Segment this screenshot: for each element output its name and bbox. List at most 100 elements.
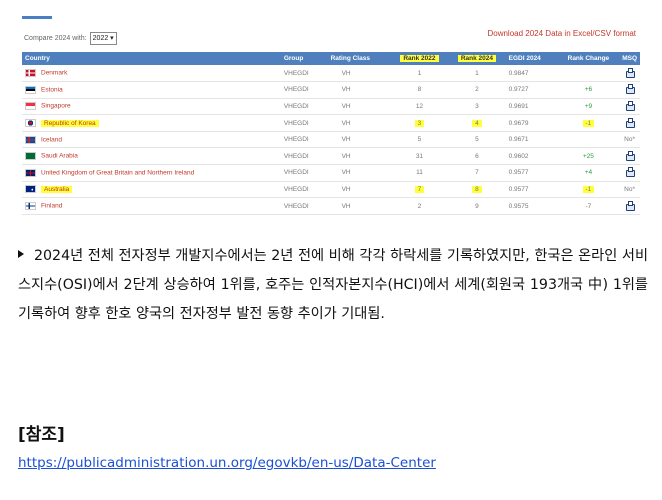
- country-cell[interactable]: Denmark: [22, 65, 281, 82]
- country-name[interactable]: Singapore: [41, 103, 71, 110]
- egdi-cell: 0.9671: [508, 136, 529, 144]
- header-rank-2024[interactable]: Rank 2024: [448, 52, 505, 65]
- msq-cell: [619, 198, 640, 215]
- country-name[interactable]: Finland: [41, 203, 62, 210]
- egdi-cell: 0.9602: [508, 152, 529, 160]
- rating-cell: VH: [341, 152, 351, 160]
- rank-2024-cell: 4: [448, 115, 505, 132]
- reference-link[interactable]: https://publicadministration.un.org/egov…: [18, 455, 436, 471]
- msq-cell: No*: [619, 181, 640, 198]
- print-icon[interactable]: [625, 117, 636, 128]
- rank-2022-cell: 7: [391, 181, 448, 198]
- group-cell: VHEGDI: [283, 152, 309, 160]
- rating-cell: VH: [341, 69, 351, 77]
- msq-cell: [619, 165, 640, 182]
- group-cell: VHEGDI: [283, 202, 309, 210]
- print-icon[interactable]: [625, 150, 636, 161]
- group-cell: VHEGDI: [283, 136, 309, 144]
- country-cell[interactable]: United Kingdom of Great Britain and Nort…: [22, 165, 281, 182]
- rank-2022-cell: 2: [417, 202, 422, 210]
- rating-cell: VH: [341, 119, 351, 127]
- singapore-flag-icon: [25, 102, 36, 111]
- country-name[interactable]: Denmark: [41, 70, 67, 77]
- msq-cell: [619, 115, 640, 132]
- egdi-cell: 0.9577: [508, 169, 529, 177]
- print-icon[interactable]: [625, 84, 636, 95]
- compare-year-select[interactable]: 2022 ▾: [89, 32, 117, 45]
- korea-flag-icon: [25, 119, 36, 128]
- rank-2022-cell: 5: [417, 136, 422, 144]
- rank-change-cell: -1: [558, 181, 620, 198]
- rank-2022-cell: 11: [416, 169, 423, 177]
- msq-cell: [619, 148, 640, 165]
- compare-label: Compare 2024 with:: [24, 35, 87, 42]
- country-cell[interactable]: Iceland: [22, 131, 281, 148]
- rank-change-cell: [558, 131, 620, 148]
- rank-2022-cell: 1: [417, 69, 422, 77]
- header-msq[interactable]: MSQ: [619, 52, 640, 65]
- rank-2022-cell: 31: [415, 152, 424, 160]
- msq-cell: [619, 82, 640, 99]
- rank-change-cell: +4: [584, 169, 593, 177]
- egdi-cell: 0.9577: [508, 185, 529, 193]
- header-rating-class[interactable]: Rating Class: [328, 52, 391, 65]
- msq-value: No*: [624, 185, 636, 193]
- group-cell: VHEGDI: [283, 102, 309, 110]
- triangle-bullet-icon: [18, 250, 24, 258]
- estonia-flag-icon: [25, 85, 36, 94]
- header-group[interactable]: Group: [281, 52, 328, 65]
- country-name[interactable]: Iceland: [41, 136, 62, 143]
- print-icon[interactable]: [625, 200, 636, 211]
- group-cell: VHEGDI: [283, 185, 309, 193]
- download-data-link[interactable]: Download 2024 Data in Excel/CSV format: [487, 29, 636, 38]
- table-header-row: Country Group Rating Class Rank 2022 Ran…: [22, 52, 640, 65]
- rank-2024-cell: 2: [475, 86, 479, 94]
- country-name[interactable]: Estonia: [41, 87, 63, 94]
- compare-control: Compare 2024 with: 2022 ▾: [24, 32, 117, 45]
- header-country[interactable]: Country: [22, 52, 281, 65]
- egdi-cell: 0.9727: [508, 86, 529, 94]
- top-accent-bar: [22, 16, 52, 19]
- iceland-flag-icon: [25, 135, 36, 144]
- egdi-cell: 0.9575: [508, 202, 529, 210]
- rank-change-cell: +6: [584, 86, 593, 94]
- summary-paragraph: 2024년 전체 전자정부 개발지수에서는 2년 전에 비해 각각 하락세를 기…: [18, 242, 648, 329]
- group-cell: VHEGDI: [283, 119, 309, 127]
- print-icon[interactable]: [625, 167, 636, 178]
- table-row: Denmark VHEGDI VH 1 1 0.9847: [22, 65, 640, 82]
- rank-change-cell: [558, 65, 620, 82]
- country-cell[interactable]: Australia: [22, 181, 281, 198]
- group-cell: VHEGDI: [283, 86, 309, 94]
- egdi-table-screenshot: Compare 2024 with: 2022 ▾ Download 2024 …: [20, 14, 642, 219]
- rank-2022-cell: 8: [417, 86, 422, 94]
- table-row: Estonia VHEGDI VH 8 2 0.9727 +6: [22, 82, 640, 99]
- table-row: Australia VHEGDI VH 7 8 0.9577 -1 No*: [22, 181, 640, 198]
- rank-2022-cell: 12: [415, 102, 424, 110]
- reference-heading: [참조]: [18, 425, 65, 445]
- country-cell[interactable]: Singapore: [22, 98, 281, 115]
- rank-2024-cell: 8: [448, 181, 505, 198]
- print-icon[interactable]: [625, 100, 636, 111]
- rating-cell: VH: [341, 136, 351, 144]
- header-rank-change[interactable]: Rank Change: [558, 52, 620, 65]
- msq-cell: [619, 65, 640, 82]
- egdi-ranking-table: Country Group Rating Class Rank 2022 Ran…: [22, 52, 640, 215]
- rank-2024-cell: 9: [475, 202, 479, 210]
- denmark-flag-icon: [25, 69, 36, 78]
- country-name[interactable]: Saudi Arabia: [41, 153, 78, 160]
- msq-cell: [619, 98, 640, 115]
- country-name[interactable]: United Kingdom of Great Britain and Nort…: [41, 170, 194, 177]
- country-name[interactable]: Australia: [41, 186, 73, 194]
- country-cell[interactable]: Estonia: [22, 82, 281, 99]
- rank-2022-cell: 3: [391, 115, 448, 132]
- country-cell[interactable]: Saudi Arabia: [22, 148, 281, 165]
- print-icon[interactable]: [625, 67, 636, 78]
- header-egdi-2024[interactable]: EGDI 2024: [506, 52, 558, 65]
- table-row: Saudi Arabia VHEGDI VH 31 6 0.9602 +25: [22, 148, 640, 165]
- country-cell[interactable]: Finland: [22, 198, 281, 215]
- country-name[interactable]: Republic of Korea: [41, 119, 99, 127]
- country-cell[interactable]: Republic of Korea: [22, 115, 281, 132]
- table-row: Singapore VHEGDI VH 12 3 0.9691 +9: [22, 98, 640, 115]
- header-rank-2022[interactable]: Rank 2022: [391, 52, 448, 65]
- rank-change-cell: -7: [585, 202, 592, 210]
